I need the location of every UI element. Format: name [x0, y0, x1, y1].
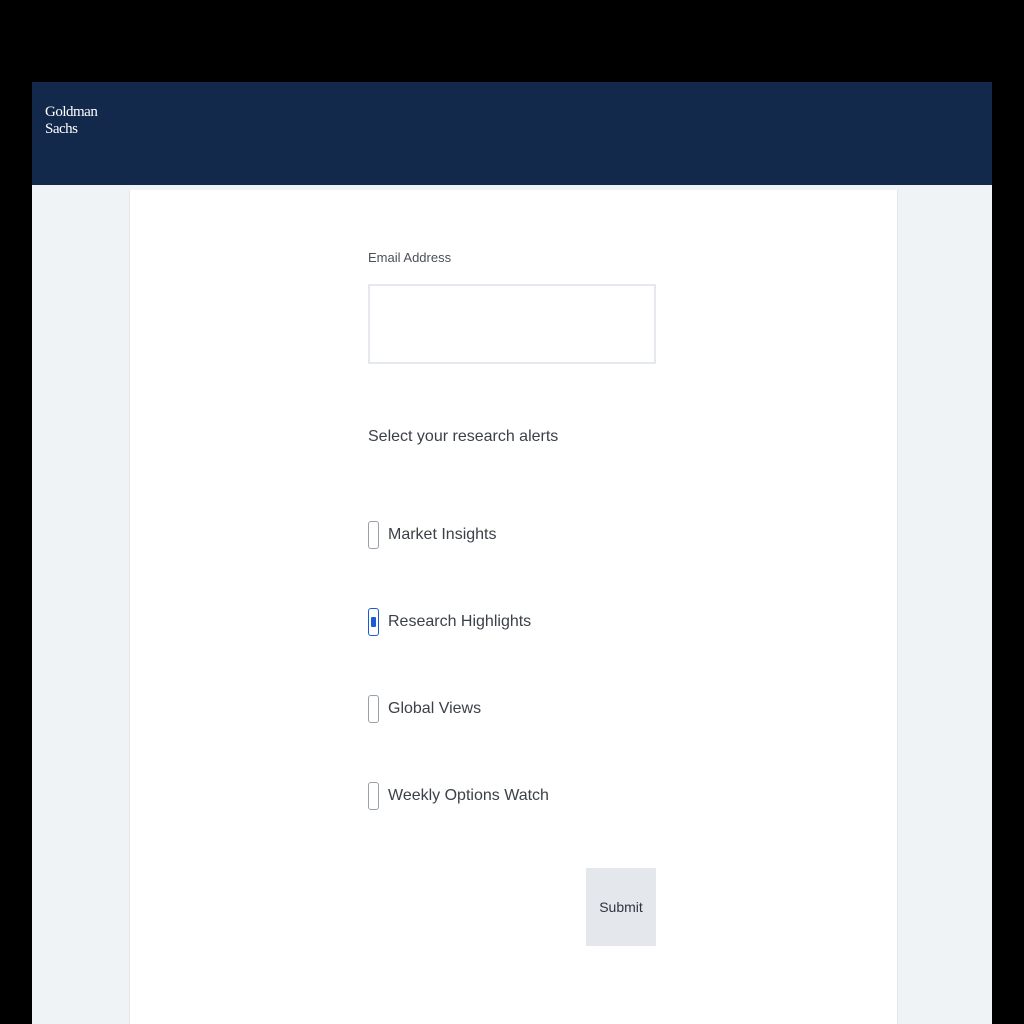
site-header: Goldman Sachs	[32, 82, 992, 185]
submit-button[interactable]: Submit	[586, 868, 656, 946]
check-mark-icon	[371, 617, 376, 627]
logo-line-2: Sachs	[45, 121, 78, 137]
checkbox-research-highlights[interactable]: Research Highlights	[368, 608, 531, 636]
main-content: Email Address Select your research alert…	[129, 190, 898, 1024]
checkbox-unchecked[interactable]	[368, 695, 379, 723]
checkbox-market-insights[interactable]: Market Insights	[368, 521, 496, 549]
checkbox-label: Weekly Options Watch	[388, 787, 549, 804]
email-input[interactable]	[368, 284, 656, 364]
checkbox-label: Research Highlights	[388, 613, 532, 630]
email-label: Email Address	[368, 250, 452, 265]
alerts-heading: Select your research alerts	[368, 428, 559, 445]
checkbox-unchecked[interactable]	[368, 521, 379, 549]
checkbox-checked[interactable]	[368, 608, 379, 636]
checkbox-global-views[interactable]: Global Views	[368, 695, 481, 723]
checkbox-unchecked[interactable]	[368, 782, 379, 810]
logo-line-1: Goldman	[45, 104, 98, 120]
checkbox-label: Global Views	[388, 700, 482, 717]
goldman-sachs-logo[interactable]: Goldman Sachs	[45, 104, 105, 138]
browser-window: Goldman Sachs Email Address Select your …	[32, 82, 992, 1024]
checkbox-weekly-options-watch[interactable]: Weekly Options Watch	[368, 782, 549, 810]
checkbox-label: Market Insights	[388, 526, 497, 543]
